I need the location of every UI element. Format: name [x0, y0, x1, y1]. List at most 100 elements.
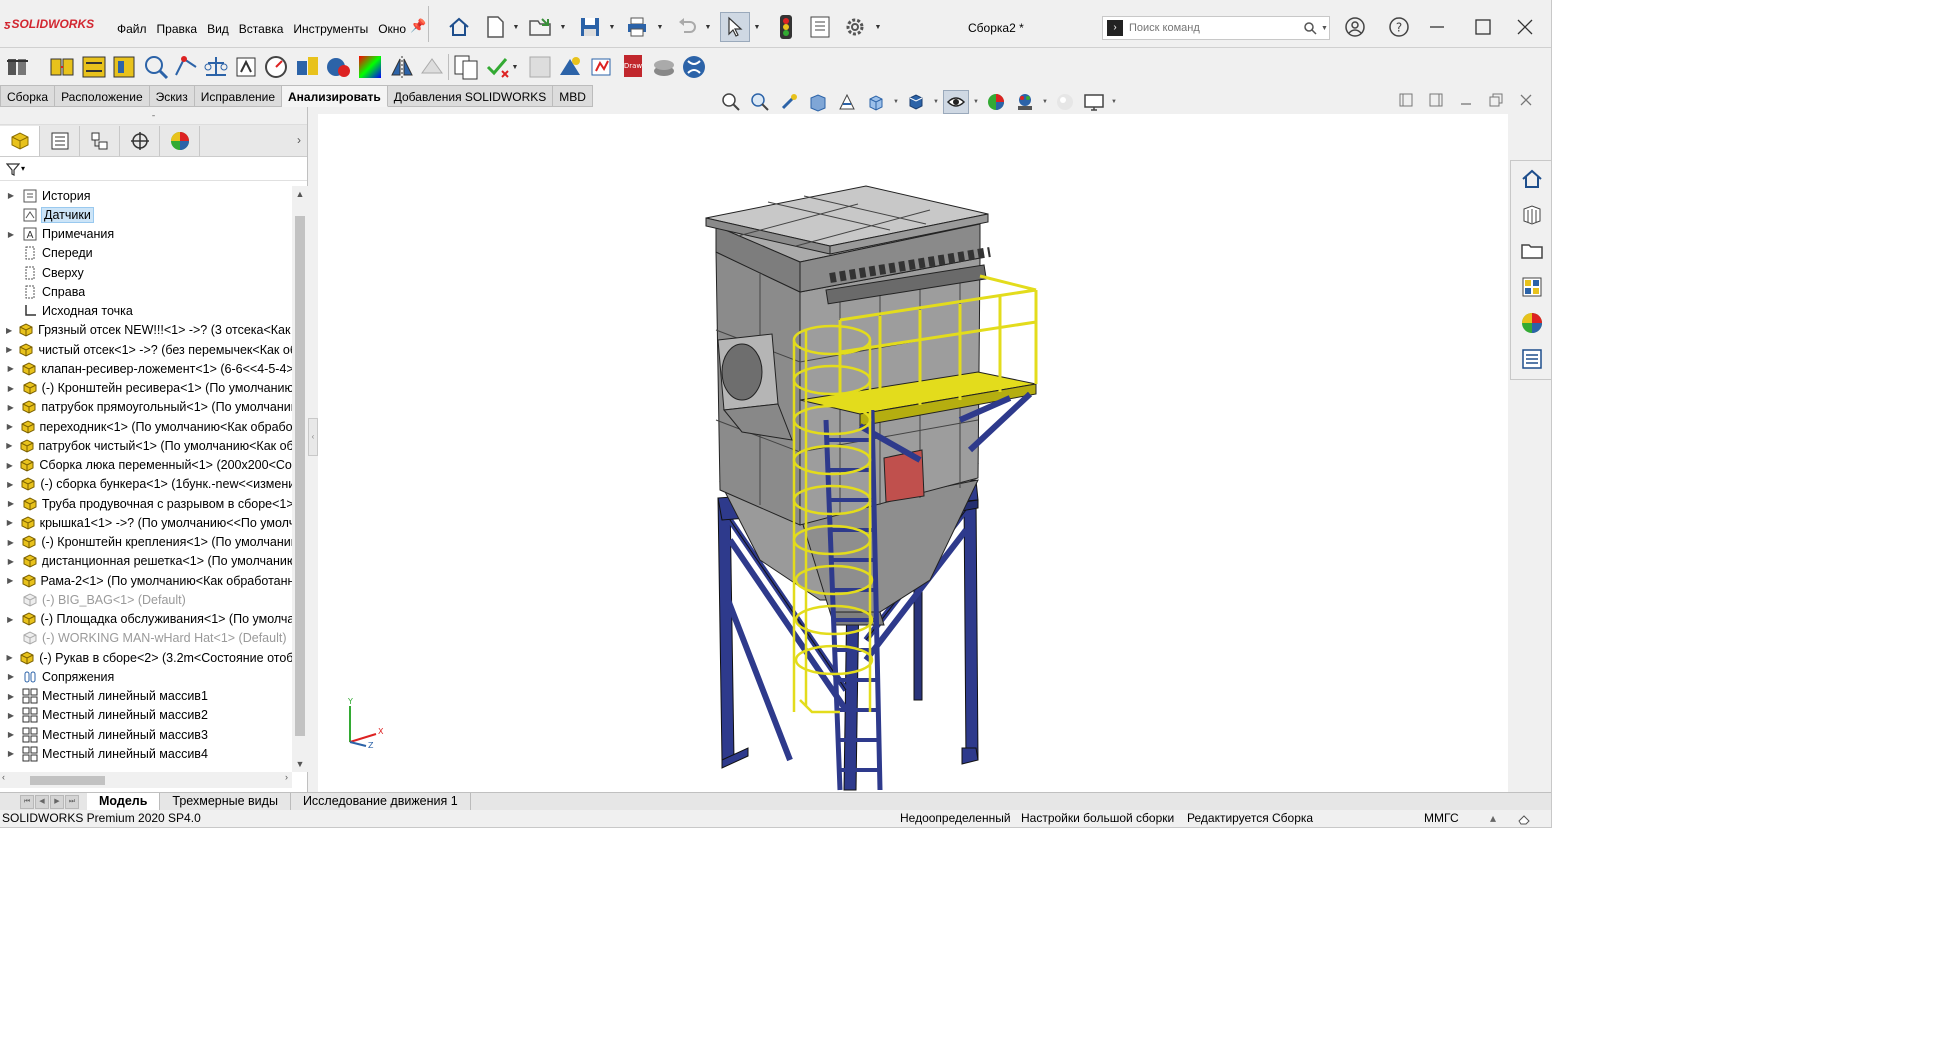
- large-assembly-settings[interactable]: Настройки большой сборки: [1021, 810, 1174, 827]
- check-active-document-icon[interactable]: [526, 53, 554, 81]
- left-pane-toggle[interactable]: [1398, 92, 1414, 108]
- tree-item[interactable]: ▶ крышка1<1> ->? (По умолчанию<<По умолча…: [0, 513, 292, 532]
- appearances-button[interactable]: [1511, 305, 1551, 341]
- tree-item[interactable]: ▶ чистый отсек<1> ->? (без перемычек<Как …: [0, 340, 292, 359]
- tab-feature-manager[interactable]: [0, 125, 40, 156]
- bottom-tab-2[interactable]: Исследование движения 1: [291, 792, 471, 811]
- minimize-button[interactable]: [1420, 12, 1454, 42]
- tree-item[interactable]: ▶ (-) Площадка обслуживания<1> (По умолча…: [0, 610, 292, 629]
- undo-dropdown-arrow[interactable]: ▼: [703, 12, 713, 42]
- tree-vertical-scrollbar[interactable]: ▲ ▼: [292, 186, 308, 772]
- curvature-icon[interactable]: [356, 53, 384, 81]
- home-button[interactable]: [444, 12, 474, 42]
- units-dropdown-arrow[interactable]: ▴: [1490, 810, 1496, 827]
- tab-2[interactable]: Эскиз: [149, 85, 195, 107]
- menu-file[interactable]: Файл: [112, 20, 152, 38]
- tab-dimxpert-manager[interactable]: [120, 125, 160, 156]
- first-tab-arrow[interactable]: ⏮: [20, 794, 34, 809]
- tree-item[interactable]: ▶ Местный линейный массив2: [0, 706, 292, 725]
- previous-view-button[interactable]: [776, 90, 802, 114]
- display-style-dropdown[interactable]: ▼: [932, 99, 940, 105]
- assembly-visualization-icon[interactable]: [294, 53, 322, 81]
- section-properties-icon[interactable]: [202, 53, 230, 81]
- compare-documents-icon[interactable]: [452, 53, 480, 81]
- new-dropdown-arrow[interactable]: ▼: [511, 12, 521, 42]
- tree-item[interactable]: Датчики: [0, 205, 292, 224]
- custom-properties-button[interactable]: [1511, 341, 1551, 377]
- scroll-up-arrow[interactable]: ▲: [292, 186, 308, 202]
- menu-window[interactable]: Окно: [373, 20, 411, 38]
- units-selector[interactable]: ММГС: [1424, 810, 1459, 827]
- save-button[interactable]: [575, 12, 605, 42]
- expand-arrow-icon[interactable]: ▶: [4, 364, 17, 373]
- expand-arrow-icon[interactable]: ▶: [4, 538, 17, 547]
- tab-6[interactable]: MBD: [553, 85, 593, 107]
- search-input[interactable]: [1129, 22, 1299, 34]
- tree-item[interactable]: ▶ Местный линейный массив4: [0, 744, 292, 763]
- large-assembly-settings-icon[interactable]: [324, 53, 352, 81]
- options-button[interactable]: [840, 12, 870, 42]
- thickness-analysis-icon[interactable]: [418, 53, 446, 81]
- expand-arrow-icon[interactable]: ▶: [4, 230, 18, 239]
- view-orientation-dropdown[interactable]: ▼: [892, 99, 900, 105]
- tab-3[interactable]: Исправление: [194, 85, 282, 107]
- tree-item[interactable]: Справа: [0, 282, 292, 301]
- tree-item[interactable]: ▶ Местный линейный массив1: [0, 687, 292, 706]
- expand-arrow-icon[interactable]: ▶: [4, 730, 18, 739]
- tab-property-manager[interactable]: [40, 125, 80, 156]
- expand-arrow-icon[interactable]: ▶: [4, 653, 15, 662]
- tree-item[interactable]: ▶ Местный линейный массив3: [0, 725, 292, 744]
- panel-grip[interactable]: ⁃: [0, 107, 307, 125]
- expand-arrow-icon[interactable]: ▶: [4, 384, 18, 393]
- menu-insert[interactable]: Вставка: [234, 20, 289, 38]
- check-dropdown-arrow[interactable]: ▼: [510, 52, 520, 82]
- tree-item[interactable]: ▶ Труба продувочная с разрывом в сборе<1>: [0, 494, 292, 513]
- save-dropdown-arrow[interactable]: ▼: [607, 12, 617, 42]
- right-pane-toggle[interactable]: [1428, 92, 1444, 108]
- tab-4[interactable]: Анализировать: [282, 85, 388, 107]
- print-dropdown-arrow[interactable]: ▼: [655, 12, 665, 42]
- zoom-to-fit-button[interactable]: [718, 90, 744, 114]
- scroll-right-arrow[interactable]: ›: [285, 772, 288, 782]
- tree-item[interactable]: ▶ Грязный отсек NEW!!!<1> ->? (3 отсека<К…: [0, 321, 292, 340]
- measure-icon[interactable]: [110, 53, 138, 81]
- markup-icon[interactable]: [142, 53, 170, 81]
- solidworks-logo[interactable]: ƽ SOLIDWORKS: [4, 14, 94, 34]
- new-document-button[interactable]: [480, 12, 510, 42]
- expand-arrow-icon[interactable]: ▶: [4, 441, 15, 450]
- expand-arrow-icon[interactable]: ▶: [4, 499, 18, 508]
- file-properties-button[interactable]: [805, 12, 835, 42]
- bottom-tab-0[interactable]: Модель: [87, 792, 161, 811]
- expand-arrow-icon[interactable]: ▶: [4, 422, 16, 431]
- user-account-button[interactable]: [1338, 12, 1372, 42]
- help-button[interactable]: ?: [1382, 12, 1416, 42]
- tree-horizontal-scrollbar[interactable]: ‹ ›: [0, 772, 292, 788]
- menu-view[interactable]: Вид: [202, 20, 234, 38]
- expand-arrow-icon[interactable]: ▶: [4, 480, 16, 489]
- view-settings-dropdown[interactable]: ▼: [1110, 99, 1118, 105]
- view-palette-button[interactable]: [1511, 269, 1551, 305]
- tree-item[interactable]: ▶ История: [0, 186, 292, 205]
- menu-tools[interactable]: Инструменты: [288, 20, 373, 38]
- doc-close-button[interactable]: [1518, 92, 1534, 108]
- tree-item[interactable]: Сверху: [0, 263, 292, 282]
- symmetry-check-icon[interactable]: [388, 53, 416, 81]
- next-tab-arrow[interactable]: ▶: [50, 794, 64, 809]
- solidworks-resources-button[interactable]: [1511, 161, 1551, 197]
- globe-icon[interactable]: [680, 53, 708, 81]
- tree-item[interactable]: ▶ Сопряжения: [0, 667, 292, 686]
- mass-properties-icon[interactable]: [172, 53, 200, 81]
- open-dropdown-arrow[interactable]: ▼: [558, 12, 568, 42]
- undo-button[interactable]: [672, 12, 702, 42]
- hide-show-items-button[interactable]: [943, 90, 969, 114]
- expand-arrow-icon[interactable]: ▶: [4, 461, 15, 470]
- expand-arrow-icon[interactable]: ▶: [4, 557, 18, 566]
- tree-item[interactable]: Исходная точка: [0, 302, 292, 321]
- expand-arrow-icon[interactable]: ▶: [4, 749, 18, 758]
- file-explorer-button[interactable]: [1511, 233, 1551, 269]
- prev-tab-arrow[interactable]: ◀: [35, 794, 49, 809]
- sensor-icon[interactable]: [232, 53, 260, 81]
- open-button[interactable]: [526, 12, 556, 42]
- expand-arrow-icon[interactable]: ▶: [4, 345, 14, 354]
- expand-arrow-icon[interactable]: ▶: [4, 576, 17, 585]
